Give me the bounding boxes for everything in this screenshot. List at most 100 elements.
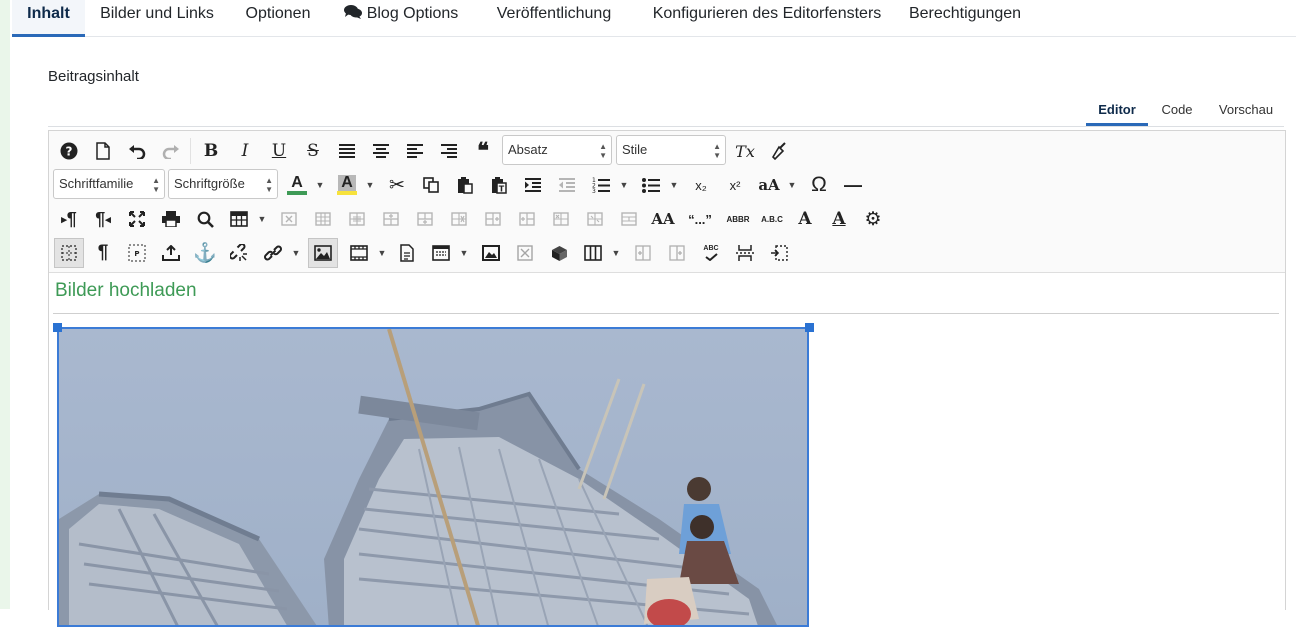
media-icon[interactable] (345, 239, 373, 267)
align-left-icon[interactable] (401, 137, 429, 165)
indent-icon[interactable] (519, 171, 547, 199)
horizontal-rule-icon[interactable]: — (839, 171, 867, 199)
image-icon[interactable] (308, 238, 338, 268)
columns-icon[interactable] (579, 239, 607, 267)
resize-handle-top-left[interactable] (53, 323, 62, 332)
unlink-icon[interactable] (225, 239, 253, 267)
copy-icon[interactable] (417, 171, 445, 199)
clear-formatting-icon[interactable]: Tx (731, 137, 759, 165)
underline-icon[interactable]: U (265, 137, 293, 165)
change-case-icon[interactable]: aA (755, 171, 783, 199)
show-paragraphs-icon[interactable]: ¶ (89, 239, 117, 267)
split-cells-icon[interactable] (581, 205, 609, 233)
font-style-icon[interactable]: A (791, 205, 819, 233)
columns-dropdown-icon[interactable]: ▼ (611, 239, 621, 267)
editor-content-area[interactable]: Bilder hochladen (49, 273, 1285, 627)
style-format-select[interactable]: Stile ▲ ▼ (616, 135, 726, 165)
spellcheck-icon[interactable]: ABC (697, 239, 725, 267)
anchor-icon[interactable]: ⚓ (191, 239, 219, 267)
link-icon[interactable] (259, 239, 287, 267)
remove-element-icon[interactable] (511, 239, 539, 267)
numbered-list-icon[interactable]: 123 (587, 171, 615, 199)
tab-berechtigungen[interactable]: Berechtigungen (898, 0, 1032, 34)
tab-veroeffentlichung[interactable]: Veröffentlichung (486, 0, 622, 34)
redo-icon[interactable] (157, 137, 185, 165)
resize-handle-top-right[interactable] (805, 323, 814, 332)
editor-tab-vorschau[interactable]: Vorschau (1210, 97, 1282, 123)
insert-col-after-icon[interactable] (513, 205, 541, 233)
bold-icon[interactable]: B (197, 137, 225, 165)
layout-block-icon[interactable] (427, 239, 455, 267)
image-frame-icon[interactable] (477, 239, 505, 267)
new-document-icon[interactable] (89, 137, 117, 165)
selected-image[interactable] (57, 327, 809, 627)
bullet-list-icon[interactable] (637, 171, 665, 199)
align-justify-icon[interactable] (333, 137, 361, 165)
capitalize-icon[interactable]: AA (649, 205, 677, 233)
superscript-icon[interactable]: x² (721, 171, 749, 199)
insert-col-before-icon[interactable] (479, 205, 507, 233)
cut-icon[interactable]: ✂ (383, 171, 411, 199)
help-icon[interactable]: ? (55, 137, 83, 165)
merge-cells-icon[interactable] (615, 205, 643, 233)
right-to-left-icon[interactable]: ¶ ◂ (89, 205, 117, 233)
page-break-icon[interactable] (731, 239, 759, 267)
left-to-right-icon[interactable]: ▸ ¶ (55, 205, 83, 233)
print-icon[interactable] (157, 205, 185, 233)
insert-row-before-icon[interactable] (377, 205, 405, 233)
change-case-dropdown-icon[interactable]: ▼ (787, 171, 797, 199)
strikethrough-icon[interactable]: S (299, 137, 327, 165)
undo-icon[interactable] (123, 137, 151, 165)
media-dropdown-icon[interactable]: ▼ (377, 239, 387, 267)
tab-inhalt[interactable]: Inhalt (12, 0, 85, 37)
delete-row-icon[interactable] (445, 205, 473, 233)
background-color-icon[interactable]: A (333, 171, 361, 199)
align-right-icon[interactable] (435, 137, 463, 165)
search-icon[interactable] (191, 205, 219, 233)
align-center-icon[interactable] (367, 137, 395, 165)
insert-row-after-icon[interactable] (411, 205, 439, 233)
font-size-select[interactable]: Schriftgröße ▲ ▼ (168, 169, 278, 199)
editor-tab-code[interactable]: Code (1152, 97, 1202, 123)
table-cell-props-icon[interactable] (343, 205, 371, 233)
numbered-list-dropdown-icon[interactable]: ▼ (619, 171, 629, 199)
smart-quotes-icon[interactable]: “...” (683, 205, 717, 233)
acronym-icon[interactable]: A.B.C (757, 205, 787, 233)
special-character-icon[interactable]: Ω (805, 171, 833, 199)
tab-bilder-und-links[interactable]: Bilder und Links (92, 0, 222, 34)
tab-optionen[interactable]: Optionen (236, 0, 320, 34)
link-dropdown-icon[interactable]: ▼ (291, 239, 301, 267)
delete-col-icon[interactable] (547, 205, 575, 233)
abbreviation-icon[interactable]: ABBR (723, 205, 753, 233)
cube-icon[interactable] (545, 239, 573, 267)
text-color-dropdown-icon[interactable]: ▼ (315, 171, 325, 199)
paste-text-icon[interactable]: T (485, 171, 513, 199)
fullscreen-icon[interactable] (123, 205, 151, 233)
paragraph-block-icon[interactable]: P (123, 239, 151, 267)
blockquote-icon[interactable]: ❝ (469, 137, 497, 165)
insert-column-left-icon[interactable] (629, 239, 657, 267)
paste-icon[interactable] (451, 171, 479, 199)
background-color-dropdown-icon[interactable]: ▼ (365, 171, 375, 199)
layout-dropdown-icon[interactable]: ▼ (459, 239, 469, 267)
table-dropdown-icon[interactable]: ▼ (257, 205, 267, 233)
table-row-props-icon[interactable] (309, 205, 337, 233)
template-icon[interactable] (393, 239, 421, 267)
upload-icon[interactable] (157, 239, 185, 267)
block-format-select[interactable]: Absatz ▲ ▼ (502, 135, 612, 165)
font-family-select[interactable]: Schriftfamilie ▲ ▼ (53, 169, 165, 199)
bullet-list-dropdown-icon[interactable]: ▼ (669, 171, 679, 199)
table-delete-icon[interactable] (275, 205, 303, 233)
outdent-icon[interactable] (553, 171, 581, 199)
tab-konfigurieren-editorfenster[interactable]: Konfigurieren des Editorfensters (638, 0, 896, 34)
insert-section-icon[interactable] (765, 239, 793, 267)
insert-column-right-icon[interactable] (663, 239, 691, 267)
table-icon[interactable] (225, 205, 253, 233)
text-color-icon[interactable]: A (283, 171, 311, 199)
editor-tab-editor[interactable]: Editor (1086, 97, 1148, 126)
format-painter-icon[interactable] (765, 137, 793, 165)
gear-icon[interactable]: ⚙ (859, 205, 887, 233)
tab-blog-options[interactable]: Blog Options (338, 0, 464, 34)
subscript-icon[interactable]: x₂ (687, 171, 715, 199)
italic-icon[interactable]: I (231, 137, 259, 165)
